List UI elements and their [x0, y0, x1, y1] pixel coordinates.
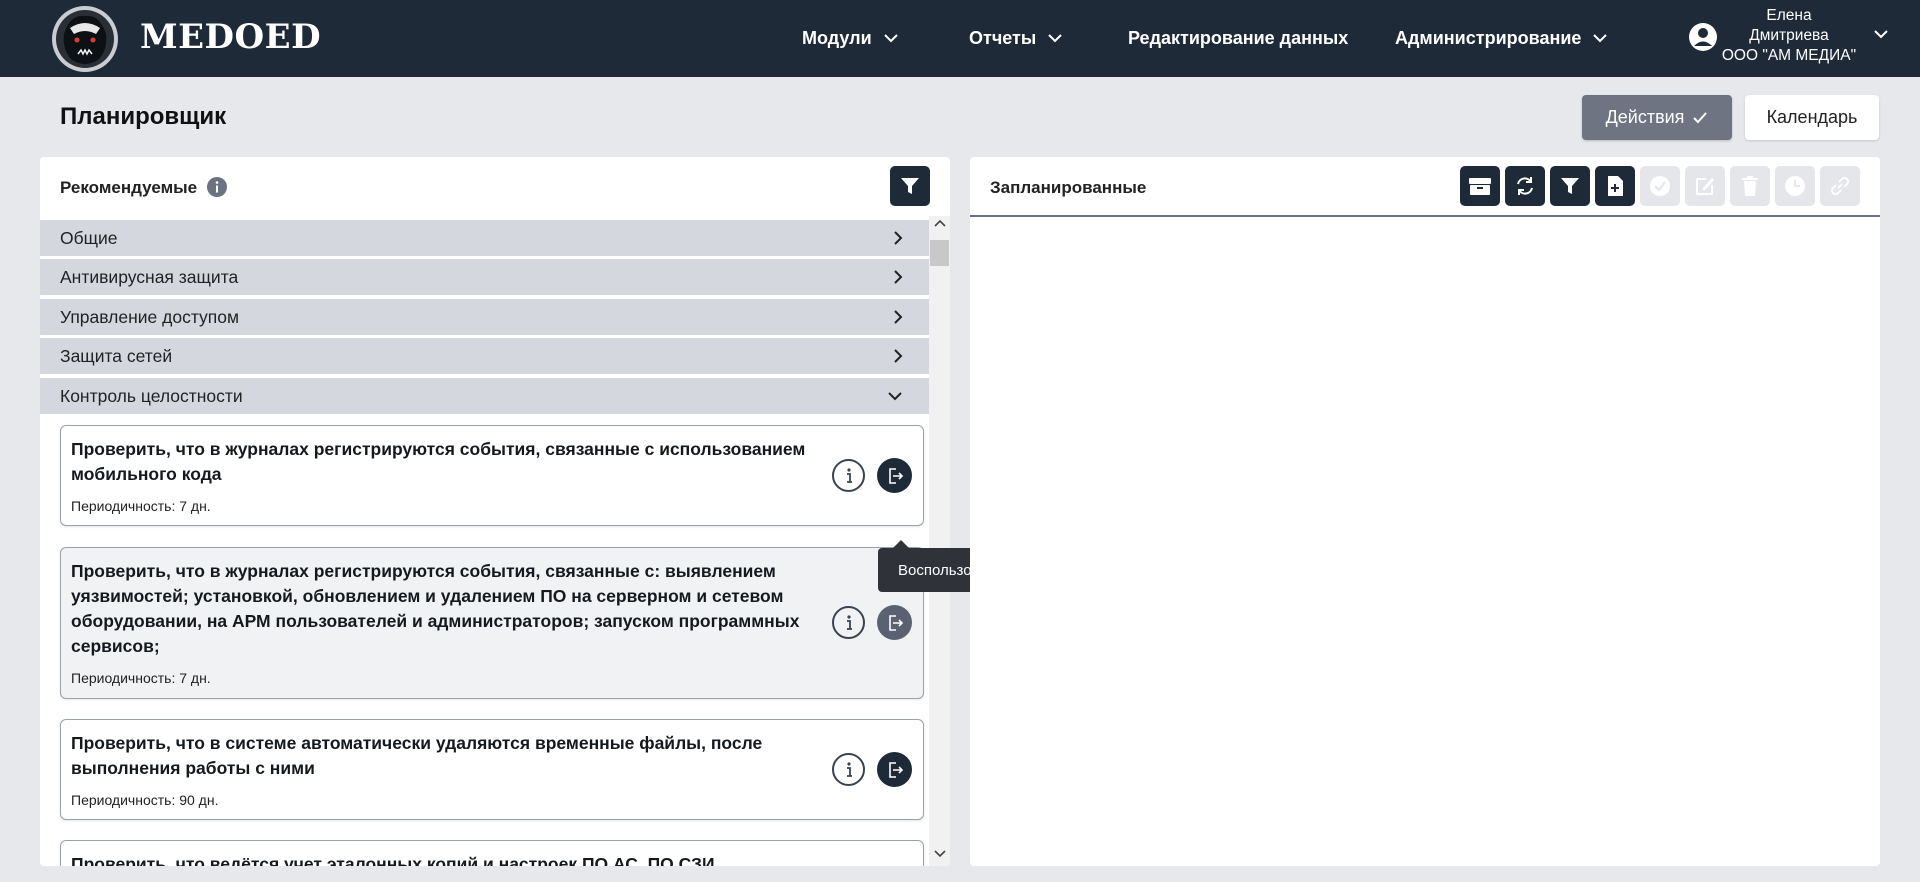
scroll-up-arrow-icon[interactable]: [933, 218, 947, 228]
scrollbar-thumb[interactable]: [930, 240, 949, 266]
recommendation-period: Периодичность: 90 дн.: [71, 792, 219, 808]
edit-button[interactable]: [1685, 166, 1725, 206]
info-icon[interactable]: [207, 177, 227, 197]
info-icon: [846, 614, 852, 630]
category-label: Контроль целостности: [60, 385, 243, 406]
chevron-right-icon: [894, 270, 903, 284]
refresh-icon: [1517, 177, 1533, 195]
category-label: Защита сетей: [60, 345, 173, 366]
trash-icon: [1742, 176, 1758, 196]
use-recommendation-button[interactable]: [877, 752, 912, 787]
category-general[interactable]: Общие: [40, 220, 929, 256]
brand-name[interactable]: MEDOED: [140, 17, 321, 57]
recommendation-card: Проверить, что ведётся учет эталонных ко…: [60, 840, 924, 866]
recommendation-info-button[interactable]: [832, 606, 865, 639]
sign-out-icon: [888, 614, 903, 631]
scroll-down-arrow-icon[interactable]: [933, 849, 947, 859]
user-first-name: Елена: [1766, 7, 1812, 24]
edit-icon: [1696, 178, 1714, 195]
chevron-down-icon: [888, 392, 902, 401]
recommended-panel: Рекомендуемые Общие Антивирусная защита …: [40, 157, 950, 866]
use-recommendation-button[interactable]: [877, 605, 912, 640]
actions-button-label: Действия: [1605, 107, 1685, 127]
chevron-down-icon: [1593, 34, 1608, 43]
chevron-right-icon: [894, 231, 903, 245]
recommended-title: Рекомендуемые: [60, 178, 198, 197]
nav-modules-label: Модули: [802, 28, 872, 48]
complete-button[interactable]: [1640, 166, 1680, 206]
link-button[interactable]: [1820, 166, 1860, 206]
filter-button[interactable]: [1550, 166, 1590, 206]
category-label: Общие: [60, 227, 118, 248]
recommendation-title: Проверить, что в системе автоматически у…: [71, 733, 763, 778]
category-network-protection[interactable]: Защита сетей: [40, 338, 929, 374]
recommendation-title: Проверить, что ведётся учет эталонных ко…: [71, 854, 720, 866]
filter-button[interactable]: [890, 166, 930, 206]
recommendation-card: Проверить, что в журналах регистрируются…: [60, 425, 924, 526]
chevron-right-icon: [894, 349, 903, 363]
scheduled-panel: Запланированные: [970, 157, 1880, 866]
chevron-right-icon: [894, 310, 903, 324]
calendar-button[interactable]: Календарь: [1745, 95, 1879, 140]
chevron-down-icon[interactable]: [1874, 30, 1888, 39]
user-menu[interactable]: Елена Дмитриева ООО "АМ МЕДИА": [1686, 6, 1892, 66]
sign-out-icon: [888, 761, 903, 778]
user-last-name: Дмитриева: [1749, 27, 1829, 44]
top-navbar: MEDOED Модули Отчеты Редактирование данн…: [0, 0, 1920, 77]
page-title: Планировщик: [60, 103, 227, 130]
sign-out-icon: [888, 467, 903, 484]
archive-icon: [1469, 178, 1491, 195]
filter-icon: [1561, 178, 1579, 194]
scrollbar[interactable]: [929, 216, 950, 866]
recommendation-card: Проверить, что в журналах регистрируются…: [60, 547, 924, 699]
refresh-button[interactable]: [1505, 166, 1545, 206]
nav-reports[interactable]: Отчеты: [969, 0, 1062, 77]
recommendation-title: Проверить, что в журналах регистрируются…: [71, 439, 806, 484]
chevron-down-icon: [883, 34, 898, 43]
link-icon: [1830, 176, 1850, 196]
archive-button[interactable]: [1460, 166, 1500, 206]
honey-badger-logo-icon[interactable]: [50, 4, 120, 74]
category-label: Управление доступом: [60, 306, 240, 327]
use-recommendation-button[interactable]: [877, 458, 912, 493]
recommendation-card: Проверить, что в системе автоматически у…: [60, 719, 924, 820]
nav-administration[interactable]: Администрирование: [1395, 0, 1608, 77]
nav-data-editing-label: Редактирование данных: [1128, 28, 1349, 48]
clock-icon: [1785, 176, 1805, 196]
nav-data-editing[interactable]: Редактирование данных: [1128, 0, 1348, 77]
check-circle-icon: [1650, 176, 1670, 196]
check-icon: [1693, 111, 1708, 123]
postpone-button[interactable]: [1775, 166, 1815, 206]
delete-button[interactable]: [1730, 166, 1770, 206]
nav-administration-label: Администрирование: [1395, 28, 1582, 48]
recommendation-title: Проверить, что в журналах регистрируются…: [71, 561, 800, 656]
category-access-control[interactable]: Управление доступом: [40, 299, 929, 335]
nav-modules[interactable]: Модули: [802, 0, 898, 77]
user-organization: ООО "АМ МЕДИА": [1721, 47, 1857, 64]
add-file-button[interactable]: [1595, 166, 1635, 206]
category-label: Антивирусная защита: [60, 266, 239, 287]
category-antivirus[interactable]: Антивирусная защита: [40, 259, 929, 295]
recommendation-info-button[interactable]: [832, 459, 865, 492]
chevron-down-icon: [1048, 34, 1062, 43]
info-icon: [846, 467, 852, 483]
actions-button[interactable]: Действия: [1582, 95, 1732, 140]
file-plus-icon: [1608, 176, 1623, 196]
recommendation-period: Периодичность: 7 дн.: [71, 670, 211, 686]
filter-icon: [901, 178, 919, 194]
category-integrity-control[interactable]: Контроль целостности: [40, 378, 929, 414]
info-icon: [846, 761, 852, 777]
recommendation-info-button[interactable]: [832, 753, 865, 786]
recommendation-period: Периодичность: 7 дн.: [71, 498, 211, 514]
panel-divider: [970, 215, 1880, 217]
nav-reports-label: Отчеты: [969, 28, 1037, 48]
scheduled-title: Запланированные: [990, 178, 1147, 197]
